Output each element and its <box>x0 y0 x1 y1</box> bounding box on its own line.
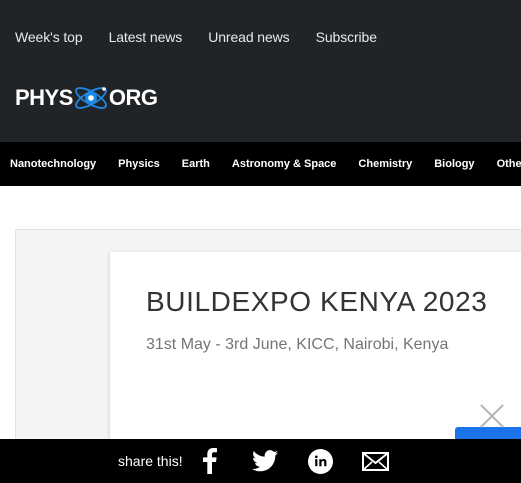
facebook-icon[interactable] <box>200 448 220 474</box>
category-nanotechnology[interactable]: Nanotechnology <box>10 158 96 170</box>
site-logo[interactable]: PHYS ORG <box>15 80 158 116</box>
category-biology[interactable]: Biology <box>434 158 474 170</box>
top-nav: Week's top Latest news Unread news Subsc… <box>15 29 403 45</box>
linkedin-icon[interactable] <box>307 448 333 474</box>
category-chemistry[interactable]: Chemistry <box>358 158 412 170</box>
top-header: Week's top Latest news Unread news Subsc… <box>0 0 521 142</box>
nav-subscribe[interactable]: Subscribe <box>316 29 377 45</box>
logo-text-right: ORG <box>108 85 158 110</box>
atom-logo-icon <box>74 87 107 109</box>
twitter-icon[interactable] <box>251 448 279 474</box>
share-label: share this! <box>118 453 183 469</box>
email-icon[interactable] <box>361 448 389 474</box>
close-ad-icon[interactable] <box>478 402 506 430</box>
page: Week's top Latest news Unread news Subsc… <box>0 0 521 483</box>
category-other-sciences[interactable]: Other Sciences <box>497 158 521 170</box>
nav-unread-news[interactable]: Unread news <box>208 29 289 45</box>
logo-text-left: PHYS <box>15 85 73 110</box>
share-bar: share this! <box>0 439 521 483</box>
nav-weeks-top[interactable]: Week's top <box>15 29 83 45</box>
ad-subtitle: 31st May - 3rd June, KICC, Nairobi, Keny… <box>146 336 449 353</box>
category-earth[interactable]: Earth <box>182 158 210 170</box>
category-nav: Nanotechnology Physics Earth Astronomy &… <box>0 142 521 186</box>
category-astronomy-space[interactable]: Astronomy & Space <box>232 158 337 170</box>
category-physics[interactable]: Physics <box>118 158 160 170</box>
ad-title: BUILDEXPO KENYA 2023 <box>146 286 488 317</box>
nav-latest-news[interactable]: Latest news <box>109 29 183 45</box>
